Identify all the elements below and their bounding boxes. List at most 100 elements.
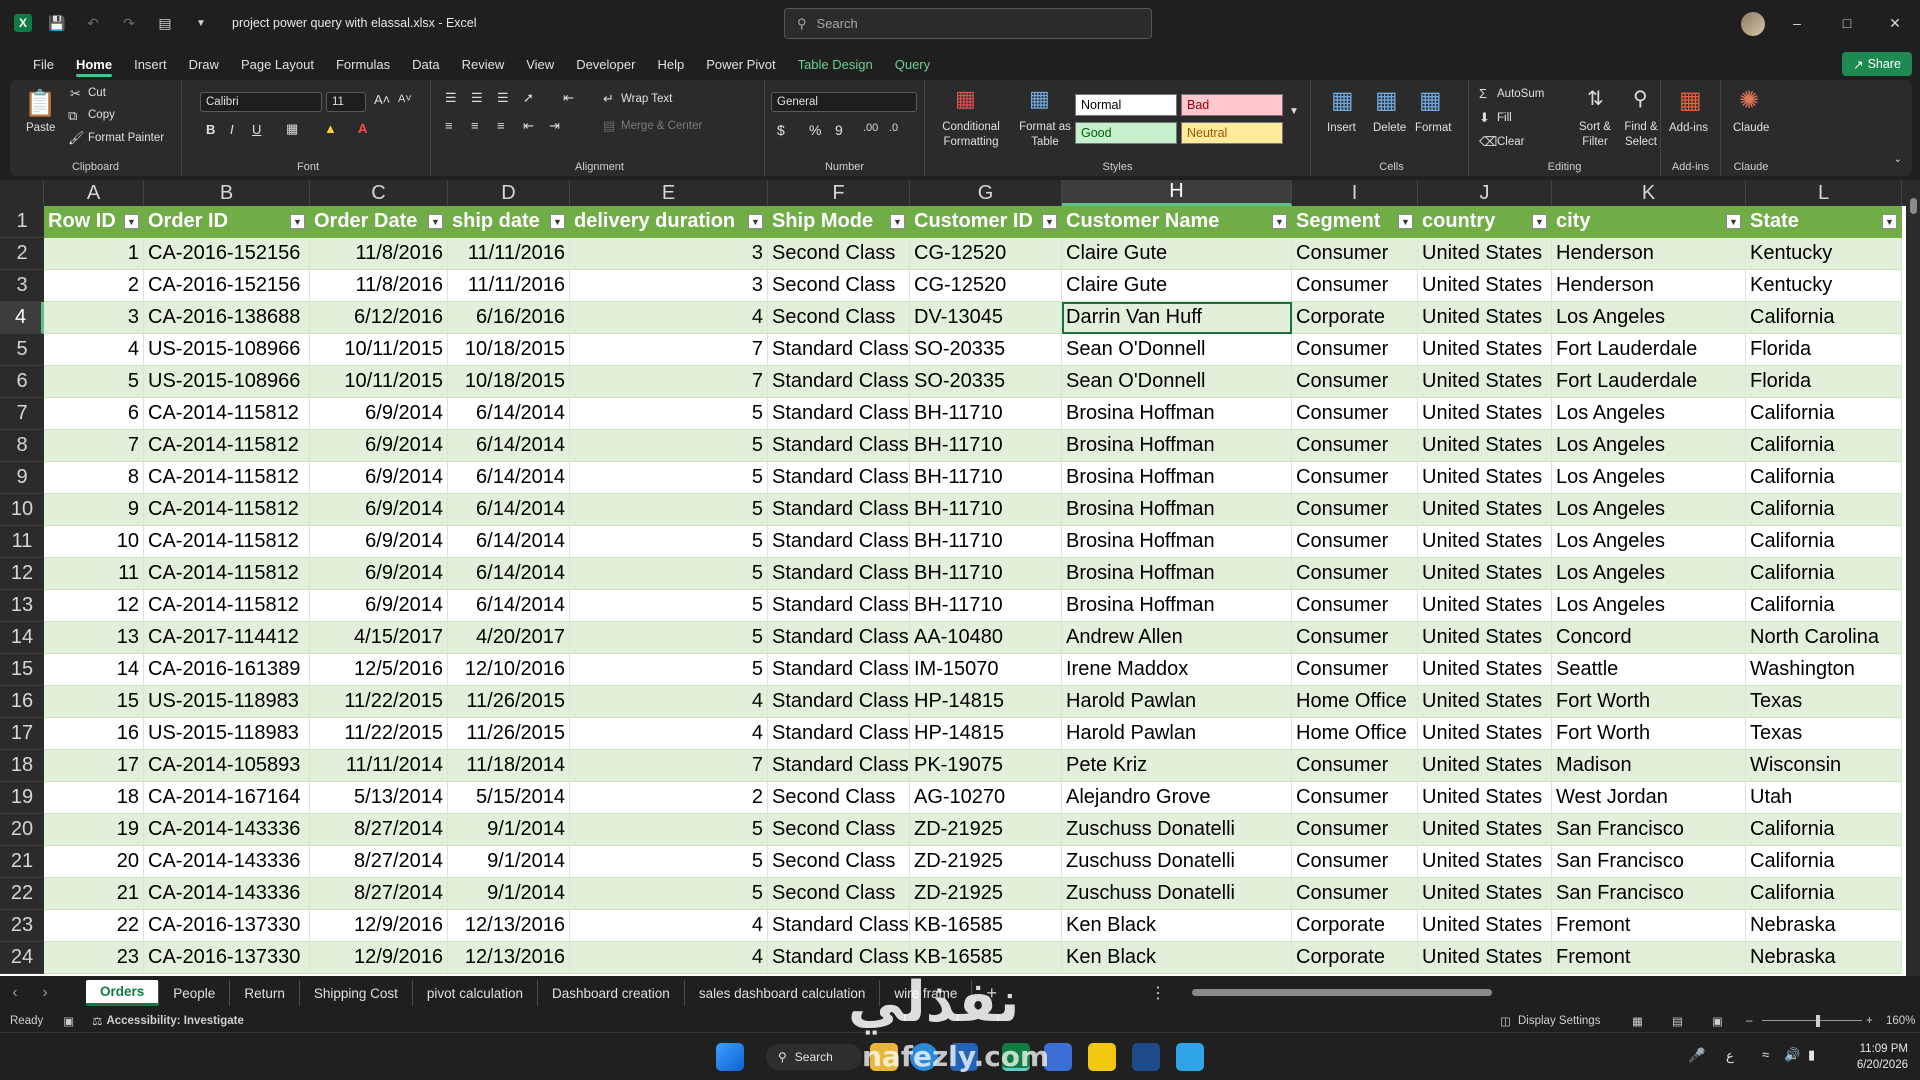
table-cell[interactable]: Los Angeles	[1552, 462, 1746, 494]
table-cell[interactable]: Second Class	[768, 302, 910, 334]
table-cell[interactable]: Standard Class	[768, 398, 910, 430]
table-cell[interactable]: Florida	[1746, 334, 1902, 366]
sheet-tab[interactable]: sales dashboard calculation	[685, 980, 881, 1006]
tab-developer[interactable]: Developer	[565, 50, 646, 78]
table-cell[interactable]: IM-15070	[910, 654, 1062, 686]
table-cell[interactable]: United States	[1418, 846, 1552, 878]
table-cell[interactable]: 4/20/2017	[448, 622, 570, 654]
filter-dropdown-icon[interactable]: ▼	[1882, 214, 1897, 229]
table-cell[interactable]: United States	[1418, 366, 1552, 398]
table-cell[interactable]: AA-10480	[910, 622, 1062, 654]
table-cell[interactable]: 18	[44, 782, 144, 814]
tab-insert[interactable]: Insert	[123, 50, 178, 78]
table-cell[interactable]: Zuschuss Donatelli	[1062, 814, 1292, 846]
table-cell[interactable]: Consumer	[1292, 654, 1418, 686]
table-cell[interactable]: California	[1746, 878, 1902, 910]
table-cell[interactable]: Consumer	[1292, 398, 1418, 430]
table-cell[interactable]: 11/22/2015	[310, 686, 448, 718]
table-cell[interactable]: 9	[44, 494, 144, 526]
table-cell[interactable]: 14	[44, 654, 144, 686]
zoom-slider[interactable]	[1762, 1020, 1862, 1021]
table-cell[interactable]: CA-2016-137330	[144, 942, 310, 974]
table-cell[interactable]: Home Office	[1292, 718, 1418, 750]
column-header-l[interactable]: L	[1746, 180, 1902, 206]
table-cell[interactable]: San Francisco	[1552, 878, 1746, 910]
row-header[interactable]: 3	[0, 270, 44, 302]
column-header-b[interactable]: B	[144, 180, 310, 206]
app-icon[interactable]	[1044, 1043, 1072, 1071]
conditional-formatting-button[interactable]: Conditional Formatting	[931, 120, 1011, 150]
table-cell[interactable]: 6/14/2014	[448, 558, 570, 590]
table-cell[interactable]: 10/11/2015	[310, 366, 448, 398]
table-cell[interactable]: Texas	[1746, 686, 1902, 718]
table-cell[interactable]: Home Office	[1292, 686, 1418, 718]
style-normal[interactable]: Normal	[1075, 94, 1177, 116]
filter-dropdown-icon[interactable]: ▼	[124, 214, 139, 229]
table-cell[interactable]: United States	[1418, 654, 1552, 686]
header-cell[interactable]: Ship Mode ▼	[768, 206, 910, 238]
table-cell[interactable]: United States	[1418, 686, 1552, 718]
percent-button[interactable]: %	[809, 122, 821, 138]
table-cell[interactable]: Washington	[1746, 654, 1902, 686]
align-center-icon[interactable]: ≡	[471, 118, 479, 133]
format-cells-button[interactable]: Format	[1415, 122, 1451, 134]
table-cell[interactable]: Los Angeles	[1552, 590, 1746, 622]
table-cell[interactable]: Consumer	[1292, 462, 1418, 494]
table-cell[interactable]: 10/11/2015	[310, 334, 448, 366]
table-cell[interactable]: Standard Class	[768, 494, 910, 526]
table-cell[interactable]: 1	[44, 238, 144, 270]
accessibility-status[interactable]: Accessibility: Investigate	[106, 1015, 243, 1027]
table-cell[interactable]: 10	[44, 526, 144, 558]
align-left-icon[interactable]: ≡	[445, 118, 453, 133]
volume-icon[interactable]: 🔊	[1784, 1047, 1800, 1063]
sheet-tab[interactable]: pivot calculation	[413, 980, 538, 1006]
header-cell[interactable]: Row ID ▼	[44, 206, 144, 238]
table-cell[interactable]: 21	[44, 878, 144, 910]
table-cell[interactable]: United States	[1418, 302, 1552, 334]
vertical-scroll-thumb[interactable]	[1910, 198, 1917, 214]
tab-data[interactable]: Data	[401, 50, 450, 78]
table-cell[interactable]: Fort Lauderdale	[1552, 334, 1746, 366]
table-cell[interactable]: Consumer	[1292, 750, 1418, 782]
table-cell[interactable]: US-2015-108966	[144, 366, 310, 398]
vscode-icon[interactable]	[1132, 1043, 1160, 1071]
table-cell[interactable]: 7	[570, 750, 768, 782]
tab-view[interactable]: View	[515, 50, 565, 78]
table-cell[interactable]: BH-11710	[910, 494, 1062, 526]
rtl-icon[interactable]: ⇤	[563, 90, 574, 106]
table-cell[interactable]: 6/9/2014	[310, 494, 448, 526]
table-cell[interactable]: CA-2014-143336	[144, 814, 310, 846]
table-cell[interactable]: ZD-21925	[910, 846, 1062, 878]
fill-color-icon[interactable]: ▲	[324, 121, 337, 136]
table-cell[interactable]: Consumer	[1292, 878, 1418, 910]
form-icon[interactable]: ▤	[154, 12, 176, 34]
table-cell[interactable]: Standard Class	[768, 558, 910, 590]
table-cell[interactable]: Consumer	[1292, 366, 1418, 398]
table-cell[interactable]: 2	[570, 782, 768, 814]
table-cell[interactable]: United States	[1418, 430, 1552, 462]
table-cell[interactable]: United States	[1418, 942, 1552, 974]
page-layout-view-icon[interactable]: ▤	[1672, 1014, 1683, 1028]
table-cell[interactable]: HP-14815	[910, 718, 1062, 750]
paste-icon[interactable]: 📋	[24, 88, 56, 119]
vertical-scrollbar[interactable]	[1906, 180, 1920, 976]
table-cell[interactable]: 20	[44, 846, 144, 878]
prev-sheet-icon[interactable]: ‹	[0, 984, 30, 1002]
header-cell[interactable]: country ▼	[1418, 206, 1552, 238]
table-cell[interactable]: United States	[1418, 814, 1552, 846]
filter-dropdown-icon[interactable]: ▼	[550, 214, 565, 229]
table-cell[interactable]: Standard Class	[768, 718, 910, 750]
customize-toolbar-icon[interactable]: ▼	[190, 12, 212, 34]
wrap-text-button[interactable]: Wrap Text	[621, 93, 672, 105]
copy-button[interactable]: Copy	[88, 109, 115, 121]
table-cell[interactable]: Harold Pawlan	[1062, 718, 1292, 750]
table-cell[interactable]: Fremont	[1552, 910, 1746, 942]
battery-icon[interactable]: ▮	[1808, 1047, 1815, 1063]
header-cell[interactable]: State ▼	[1746, 206, 1902, 238]
table-cell[interactable]: 11/8/2016	[310, 238, 448, 270]
header-cell[interactable]: ship date ▼	[448, 206, 570, 238]
table-cell[interactable]: CA-2014-167164	[144, 782, 310, 814]
table-cell[interactable]: CA-2014-105893	[144, 750, 310, 782]
file-explorer-icon[interactable]	[870, 1043, 898, 1071]
decrease-indent-icon[interactable]: ⇤	[523, 118, 534, 134]
